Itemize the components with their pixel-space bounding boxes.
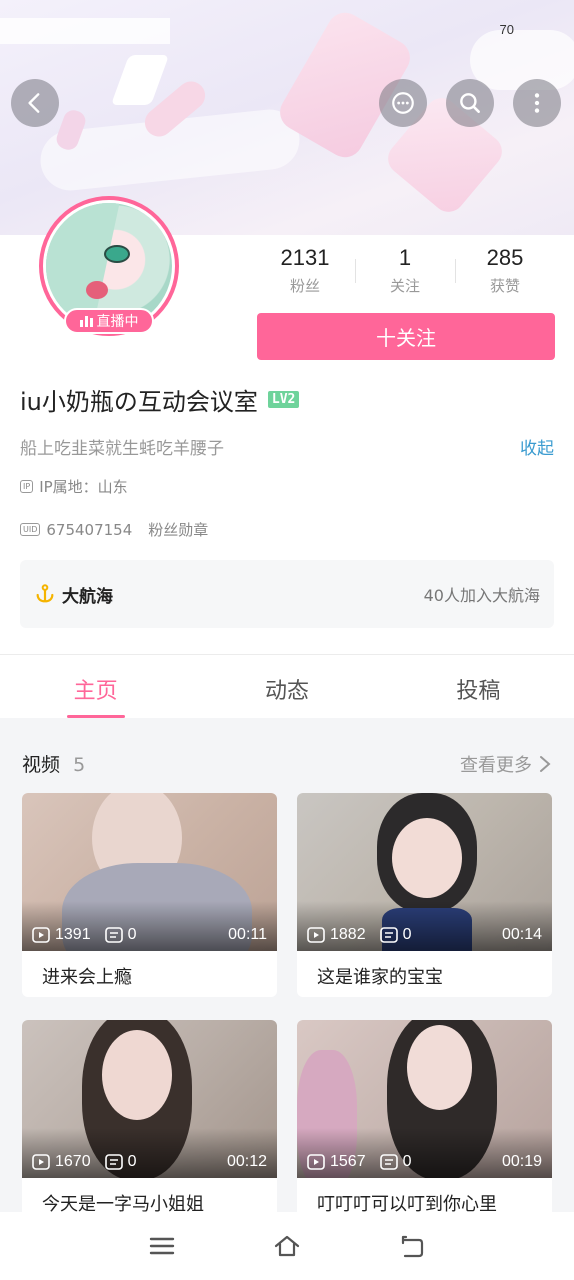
video-thumbnail: 1882 0 00:14 [297,793,552,951]
uid-row: UID 675407154 粉丝勋章 [20,519,208,540]
video-meta: 1882 0 00:14 [307,926,542,944]
danmaku-count-icon [379,927,398,943]
collapse-link[interactable]: 收起 [520,434,554,459]
search-button[interactable] [446,79,494,127]
more-vertical-icon [534,93,540,113]
live-badge[interactable]: 直播中 [64,308,154,334]
search-icon [460,93,480,113]
fleet-title: 大航海 [62,586,113,607]
video-section-header: 视频 5 查看更多 [22,750,552,777]
play-count-icon [32,927,50,943]
chat-bubble-icon [392,92,414,114]
stat-fans[interactable]: 2131 粉丝 [255,245,355,296]
danmaku-count-icon [379,1154,398,1170]
level-badge[interactable]: LV2 [267,391,300,408]
video-thumbnail: 1567 0 00:19 [297,1020,552,1178]
profile-tabs: 主页 动态 投稿 [0,656,574,718]
uid-value[interactable]: 675407154 [46,521,132,539]
video-meta: 1567 0 00:19 [307,1153,542,1171]
user-name: iu小奶瓶の互动会议室 [20,388,258,416]
video-card[interactable]: 1670 0 00:12 今天是一字马小姐姐 [22,1020,277,1224]
home-icon[interactable] [272,1231,302,1261]
video-section-title-group: 视频 5 [22,750,85,777]
live-label: 直播中 [96,314,139,330]
video-duration: 00:14 [501,926,542,943]
danmaku-count: 0 [127,926,137,943]
video-title: 进来会上瘾 [42,967,132,988]
video-section-title: 视频 [22,754,61,776]
fans-medal-link[interactable]: 粉丝勋章 [148,519,208,540]
ip-location: IP属地：山东 [39,478,128,496]
stat-value: 285 [486,245,524,270]
ip-location-row: IP IP属地：山东 [20,476,128,497]
tab-uploads[interactable]: 投稿 [383,656,574,718]
live-bars-icon [79,315,93,327]
play-count: 1670 [55,1153,91,1170]
video-thumbnail: 1670 0 00:12 [22,1020,277,1178]
fleet-card[interactable]: 大航海 40人加入大航海 [20,560,554,628]
video-meta: 1670 0 00:12 [32,1153,267,1171]
see-more-label: 查看更多 [460,754,532,776]
video-card[interactable]: 1882 0 00:14 这是谁家的宝宝 [297,793,552,997]
play-count-icon [307,1154,325,1170]
video-count: 5 [73,754,86,776]
stat-value: 2131 [280,245,330,270]
video-duration: 00:19 [501,1153,542,1170]
fleet-title-group: 大航海 [34,582,113,607]
name-row: iu小奶瓶の互动会议室 LV2 [20,382,300,417]
back-button[interactable] [11,79,59,127]
more-button[interactable] [513,79,561,127]
system-nav-bar [0,1212,574,1280]
profile-stats: 2131 粉丝 1 关注 285 获赞 [255,245,555,296]
chevron-right-icon [540,755,551,772]
play-count-icon [307,927,325,943]
user-signature: 船上吃韭菜就生蚝吃羊腰子 [20,439,224,459]
chevron-left-icon [28,93,40,113]
stat-value: 1 [398,245,412,270]
play-count: 1882 [330,926,366,943]
play-count: 1567 [330,1153,366,1170]
see-more-link[interactable]: 查看更多 [460,751,552,777]
stat-label: 获赞 [489,277,520,295]
stat-label: 关注 [389,277,420,295]
video-duration: 00:12 [226,1153,267,1170]
danmaku-count: 0 [127,1153,137,1170]
tab-dynamics[interactable]: 动态 [191,656,382,718]
status-bar: 70 [500,22,514,37]
play-count-icon [32,1154,50,1170]
back-icon[interactable] [397,1231,427,1261]
video-meta: 1391 0 00:11 [32,926,267,944]
status-bar-mask [0,18,170,44]
danmaku-count: 0 [402,926,412,943]
section-divider [0,654,574,655]
video-card[interactable]: 1391 0 00:11 进来会上瘾 [22,793,277,997]
danmaku-count: 0 [402,1153,412,1170]
fleet-count: 40人加入大航海 [423,586,540,605]
video-thumbnail: 1391 0 00:11 [22,793,277,951]
anchor-icon [36,584,54,603]
battery-level: 70 [499,22,514,37]
video-title: 这是谁家的宝宝 [317,967,443,988]
ip-tag-icon: IP [20,480,34,493]
stat-label: 粉丝 [289,277,320,295]
menu-icon[interactable] [147,1231,177,1261]
video-card[interactable]: 1567 0 00:19 叮叮叮可以叮到你心里 [297,1020,552,1224]
uid-tag-icon: UID [20,523,41,536]
stat-following[interactable]: 1 关注 [355,245,455,296]
stat-likes[interactable]: 285 获赞 [455,245,555,296]
chat-button[interactable] [379,79,427,127]
video-duration: 00:11 [228,926,267,943]
follow-button[interactable]: 十关注 [257,313,555,360]
danmaku-count-icon [104,927,123,943]
play-count: 1391 [55,926,91,943]
danmaku-count-icon [104,1154,123,1170]
tab-home[interactable]: 主页 [0,656,191,718]
